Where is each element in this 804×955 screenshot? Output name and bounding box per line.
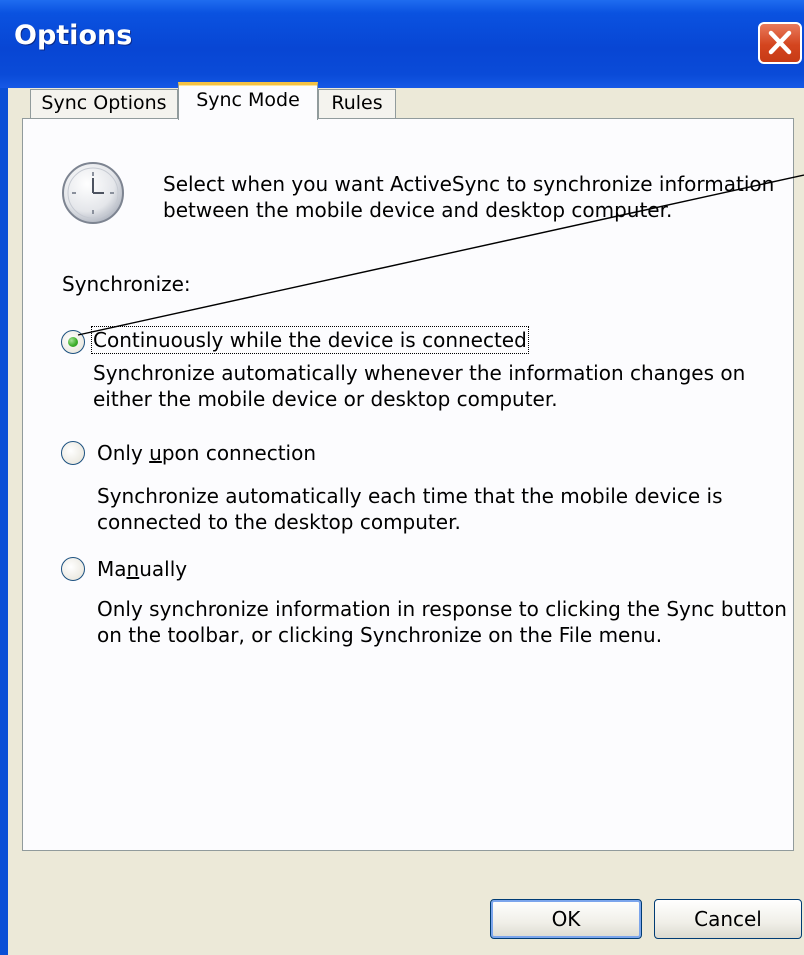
close-button[interactable]: [758, 22, 802, 64]
close-icon: [768, 30, 792, 55]
tab-sync-mode[interactable]: Sync Mode: [178, 82, 318, 120]
description-line-1: Synchronize automatically whenever the i…: [93, 361, 746, 385]
mnemonic-letter: n: [126, 557, 140, 581]
tab-label: Sync Options: [41, 92, 167, 114]
tab-label: Sync Mode: [196, 89, 300, 111]
radio-continuously[interactable]: [61, 330, 85, 354]
intro-line-2: between the mobile device and desktop co…: [163, 198, 673, 222]
option-continuously-label[interactable]: Continuously while the device is connect…: [91, 326, 529, 354]
mnemonic-letter: u: [149, 441, 162, 465]
option-upon-connection-description: Synchronize automatically each time that…: [97, 483, 723, 535]
tab-rules[interactable]: Rules: [318, 89, 396, 119]
label-part: Ma: [97, 557, 127, 581]
label-part: ually: [139, 557, 188, 581]
radio-manually[interactable]: [61, 557, 85, 581]
option-continuously-description: Synchronize automatically whenever the i…: [93, 360, 745, 412]
option-manually-label[interactable]: Manually: [97, 556, 187, 582]
description-line-2: either the mobile device or desktop comp…: [93, 387, 558, 411]
options-dialog: Options Sync Options Sync Mode Rules Sel…: [0, 0, 804, 955]
label-part: pon connection: [161, 441, 317, 465]
window-title: Options: [14, 20, 133, 51]
tab-sync-options[interactable]: Sync Options: [30, 89, 178, 119]
ok-button[interactable]: OK: [490, 899, 642, 939]
description-line-2: on the toolbar, or clicking Synchronize …: [97, 623, 663, 647]
description-line-1: Synchronize automatically each time that…: [97, 484, 723, 508]
intro-line-1: Select when you want ActiveSync to synch…: [163, 172, 775, 196]
description-line-1: Only synchronize information in response…: [97, 597, 787, 621]
intro-text: Select when you want ActiveSync to synch…: [163, 171, 774, 223]
synchronize-group-label: Synchronize:: [62, 272, 191, 296]
tab-label: Rules: [331, 92, 383, 114]
clock-icon: [62, 162, 124, 224]
description-line-2: connected to the desktop computer.: [97, 510, 461, 534]
option-upon-connection-label[interactable]: Only upon connection: [97, 440, 316, 466]
title-bar[interactable]: Options: [0, 0, 804, 88]
radio-upon-connection[interactable]: [61, 441, 85, 465]
label-part: Only: [97, 441, 150, 465]
cancel-button[interactable]: Cancel: [654, 899, 802, 939]
option-manually-description: Only synchronize information in response…: [97, 596, 787, 648]
